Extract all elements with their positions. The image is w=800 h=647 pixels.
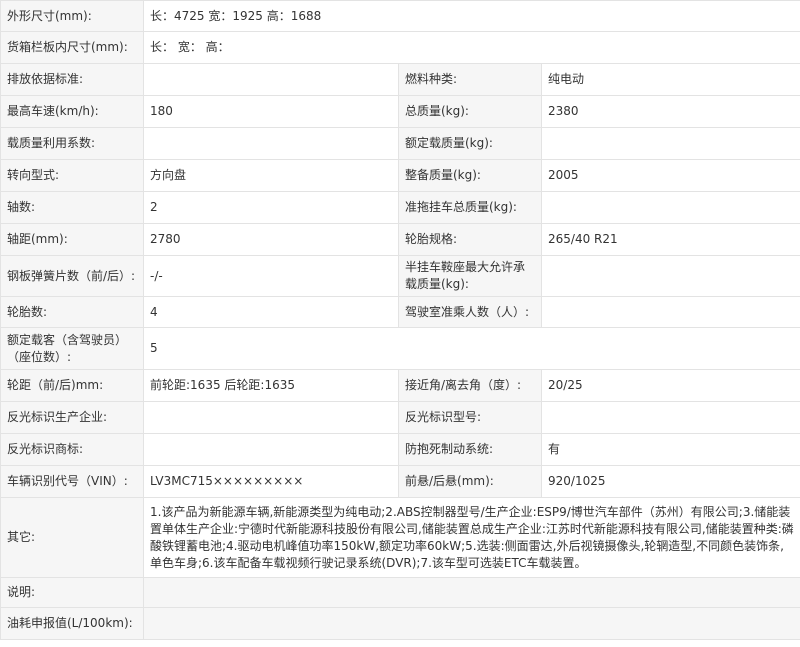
label-other: 其它: <box>0 497 144 578</box>
value-saddle-load <box>540 255 800 297</box>
label-emission-standard: 排放依据标准: <box>0 63 144 96</box>
table-row: 轴距(mm): 2780 轮胎规格: 265/40 R21 <box>0 223 800 256</box>
value-rated-load <box>540 127 800 160</box>
table-row: 反光标识生产企业: 反光标识型号: <box>0 401 800 434</box>
value-reflector-brand <box>143 433 399 466</box>
value-reflector-model <box>540 401 800 434</box>
value-abs-system: 有 <box>540 433 800 466</box>
table-row: 车辆识别代号（VIN）: LV3MC715××××××××× 前悬/后悬(mm)… <box>0 465 800 498</box>
table-row: 轴数: 2 准拖挂车总质量(kg): <box>0 191 800 224</box>
label-fuel-consumption: 油耗申报值(L/100km): <box>0 607 144 640</box>
value-fuel-consumption <box>142 607 800 640</box>
label-saddle-load: 半挂车鞍座最大允许承载质量(kg): <box>398 255 542 297</box>
table-row: 载质量利用系数: 额定载质量(kg): <box>0 127 800 160</box>
label-cab-capacity: 驾驶室准乘人数（人）: <box>398 296 542 328</box>
label-track-width: 轮距（前/后)mm: <box>0 369 144 402</box>
label-curb-mass: 整备质量(kg): <box>398 159 542 192</box>
value-reflector-maker <box>143 401 399 434</box>
table-row: 最高车速(km/h): 180 总质量(kg): 2380 <box>0 95 800 128</box>
label-fuel-type: 燃料种类: <box>398 63 542 96</box>
value-curb-mass: 2005 <box>540 159 800 192</box>
value-wheelbase: 2780 <box>143 223 399 256</box>
label-axle-count: 轴数: <box>0 191 144 224</box>
value-axle-count: 2 <box>143 191 399 224</box>
label-overall-dimensions: 外形尺寸(mm): <box>0 0 144 32</box>
value-cab-capacity <box>540 296 800 328</box>
label-reflector-brand: 反光标识商标: <box>0 433 144 466</box>
label-leaf-springs: 钢板弹簧片数（前/后）: <box>0 255 144 297</box>
label-load-utilization: 载质量利用系数: <box>0 127 144 160</box>
table-row: 额定载客（含驾驶员）（座位数）: 5 <box>0 327 800 370</box>
value-vin: LV3MC715××××××××× <box>143 465 399 498</box>
value-overall-dimensions: 长：4725 宽：1925 高：1688 <box>142 0 800 32</box>
value-track-width: 前轮距:1635 后轮距:1635 <box>143 369 399 402</box>
value-leaf-springs: -/- <box>143 255 399 297</box>
value-other: 1.该产品为新能源车辆,新能源类型为纯电动;2.ABS控制器型号/生产企业:ES… <box>142 497 800 578</box>
label-tire-spec: 轮胎规格: <box>398 223 542 256</box>
table-row: 反光标识商标: 防抱死制动系统: 有 <box>0 433 800 466</box>
value-emission-standard <box>143 63 399 96</box>
value-notes <box>142 577 800 608</box>
label-wheelbase: 轴距(mm): <box>0 223 144 256</box>
table-row: 其它: 1.该产品为新能源车辆,新能源类型为纯电动;2.ABS控制器型号/生产企… <box>0 497 800 578</box>
label-reflector-maker: 反光标识生产企业: <box>0 401 144 434</box>
label-rated-passengers: 额定载客（含驾驶员）（座位数）: <box>0 327 144 370</box>
table-row: 转向型式: 方向盘 整备质量(kg): 2005 <box>0 159 800 192</box>
label-max-speed: 最高车速(km/h): <box>0 95 144 128</box>
table-row: 油耗申报值(L/100km): <box>0 607 800 640</box>
table-row: 货箱栏板内尺寸(mm): 长： 宽： 高： <box>0 31 800 64</box>
label-overhang: 前悬/后悬(mm): <box>398 465 542 498</box>
value-approach-departure-angle: 20/25 <box>540 369 800 402</box>
value-max-speed: 180 <box>143 95 399 128</box>
label-cargo-box-dimensions: 货箱栏板内尺寸(mm): <box>0 31 144 64</box>
label-rated-load: 额定载质量(kg): <box>398 127 542 160</box>
table-row: 轮距（前/后)mm: 前轮距:1635 后轮距:1635 接近角/离去角（度）:… <box>0 369 800 402</box>
label-abs-system: 防抱死制动系统: <box>398 433 542 466</box>
value-rated-passengers: 5 <box>142 327 800 370</box>
value-gross-mass: 2380 <box>540 95 800 128</box>
table-row: 外形尺寸(mm): 长：4725 宽：1925 高：1688 <box>0 0 800 32</box>
value-overhang: 920/1025 <box>540 465 800 498</box>
table-row: 轮胎数: 4 驾驶室准乘人数（人）: <box>0 296 800 328</box>
table-row: 钢板弹簧片数（前/后）: -/- 半挂车鞍座最大允许承载质量(kg): <box>0 255 800 297</box>
label-notes: 说明: <box>0 577 144 608</box>
label-vin: 车辆识别代号（VIN）: <box>0 465 144 498</box>
value-tire-spec: 265/40 R21 <box>540 223 800 256</box>
vehicle-spec-table: 外形尺寸(mm): 长：4725 宽：1925 高：1688 货箱栏板内尺寸(m… <box>0 0 800 640</box>
label-approach-departure-angle: 接近角/离去角（度）: <box>398 369 542 402</box>
label-steering-type: 转向型式: <box>0 159 144 192</box>
label-gross-mass: 总质量(kg): <box>398 95 542 128</box>
value-load-utilization <box>143 127 399 160</box>
value-trailer-mass <box>540 191 800 224</box>
table-row: 说明: <box>0 577 800 608</box>
value-steering-type: 方向盘 <box>143 159 399 192</box>
table-row: 排放依据标准: 燃料种类: 纯电动 <box>0 63 800 96</box>
value-fuel-type: 纯电动 <box>540 63 800 96</box>
value-tire-count: 4 <box>143 296 399 328</box>
value-cargo-box-dimensions: 长： 宽： 高： <box>142 31 800 64</box>
label-reflector-model: 反光标识型号: <box>398 401 542 434</box>
label-tire-count: 轮胎数: <box>0 296 144 328</box>
label-trailer-mass: 准拖挂车总质量(kg): <box>398 191 542 224</box>
